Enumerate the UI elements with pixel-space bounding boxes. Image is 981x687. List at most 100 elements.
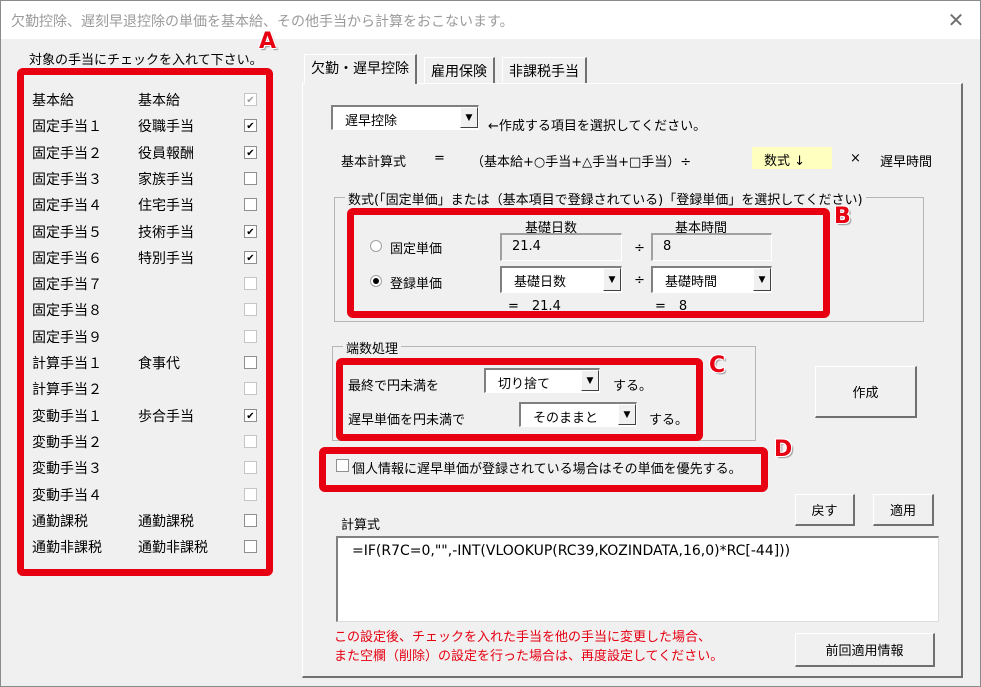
- title-bar: 欠勤控除、遅刻早退控除の単価を基本給、その他手当から計算をおこないます。 ✕: [1, 1, 980, 39]
- allowance-name: 特別手当: [138, 250, 194, 267]
- base-formula-eq: =: [434, 151, 445, 166]
- priority-checkbox[interactable]: [336, 459, 349, 472]
- revert-button[interactable]: 戻す: [795, 494, 855, 526]
- allowance-checkbox[interactable]: [244, 145, 257, 159]
- allowance-row: 固定手当８: [32, 297, 262, 323]
- registered-price-radio[interactable]: [370, 275, 382, 287]
- base-days-select[interactable]: 基礎日数 ▼: [500, 266, 622, 293]
- allowance-name: 歩合手当: [138, 408, 194, 425]
- annotation-c: C: [709, 353, 726, 378]
- instruction-label: 対象の手当にチェックを入れて下さい。: [29, 53, 263, 68]
- unit-rounding-select[interactable]: そのままと ▼: [519, 402, 637, 427]
- chevron-down-icon[interactable]: ▼: [581, 370, 599, 391]
- base-formula-expr: （基本給+○手当+△手当+□手当）÷: [471, 155, 692, 170]
- previous-apply-info-button[interactable]: 前回適用情報: [795, 633, 935, 667]
- allowance-row: 変動手当１ 歩合手当: [32, 403, 262, 429]
- allowance-category: 変動手当３: [32, 461, 102, 478]
- allowance-row: 変動手当３: [32, 455, 262, 481]
- allowance-name: 役員報酬: [138, 145, 194, 162]
- fixed-hours-field[interactable]: 8: [651, 233, 772, 261]
- allowance-row: 計算手当１ 食事代: [32, 350, 262, 376]
- allowance-name: 家族手当: [138, 171, 194, 188]
- final-rounding-select[interactable]: 切り捨て ▼: [484, 368, 600, 393]
- allowance-category: 固定手当３: [32, 171, 102, 188]
- allowance-row: 基本給 基本給: [32, 87, 262, 113]
- rounding-legend: 端数処理: [343, 338, 402, 357]
- allowance-checkbox[interactable]: [244, 171, 257, 185]
- base-hours-select-value: 基礎時間: [665, 275, 718, 290]
- allowance-row: 固定手当７: [32, 271, 262, 297]
- fixed-price-radio[interactable]: [370, 240, 382, 252]
- allowance-category: 固定手当８: [32, 303, 102, 320]
- allowance-category: 固定手当６: [32, 250, 102, 267]
- allowance-category: 固定手当１: [32, 119, 102, 136]
- annotation-box-b: [347, 208, 830, 318]
- item-select[interactable]: 遅早控除 ▼: [331, 105, 479, 130]
- allowance-checkbox: [244, 434, 257, 448]
- annotation-b: B: [834, 204, 851, 229]
- allowance-checkbox[interactable]: [244, 356, 257, 369]
- item-select-value: 遅早控除: [345, 114, 398, 129]
- allowance-category: 通勤非課税: [32, 540, 102, 557]
- allowance-row: 固定手当５ 技術手当: [32, 219, 262, 245]
- final-rounding-suffix: する。: [613, 379, 653, 394]
- allowance-row: 固定手当６ 特別手当: [32, 245, 262, 271]
- allowance-checkbox: [244, 461, 257, 475]
- chevron-down-icon[interactable]: ▼: [753, 268, 771, 291]
- allowance-category: 固定手当７: [32, 277, 102, 294]
- allowance-category: 計算手当１: [32, 356, 102, 372]
- create-button[interactable]: 作成: [815, 366, 917, 418]
- allowance-checkbox[interactable]: [244, 513, 257, 527]
- allowance-checkbox[interactable]: [244, 408, 257, 422]
- previous-apply-info-label: 前回適用情報: [825, 644, 904, 659]
- fixed-days-field[interactable]: 21.4: [500, 233, 622, 261]
- allowance-checkbox[interactable]: [244, 198, 257, 212]
- allowance-category: 固定手当４: [32, 198, 102, 215]
- allowance-category: 固定手当９: [32, 329, 102, 346]
- allowance-row: 固定手当９: [32, 324, 262, 350]
- chevron-down-icon[interactable]: ▼: [618, 404, 636, 425]
- formula-group-legend: 数式(「固定単価」または（基本項目で登録されている)「登録単価」を選択してくださ…: [345, 189, 866, 208]
- allowance-name: 通勤課税: [138, 513, 194, 530]
- fixed-price-label: 固定単価: [390, 242, 443, 257]
- item-select-hint: ←作成する項目を選択してください。: [488, 119, 707, 134]
- allowance-row: 変動手当２: [32, 429, 262, 455]
- allowance-category: 変動手当４: [32, 487, 102, 504]
- allowance-name: 基本給: [138, 93, 180, 109]
- formula-label: 計算式: [341, 518, 381, 533]
- tab-label: 欠勤・遅早控除: [311, 61, 409, 77]
- warning-text-line1: この設定後、チェックを入れた手当を他の手当に変更した場合、: [334, 630, 712, 645]
- allowance-checkbox[interactable]: [244, 119, 257, 133]
- base-hours-select[interactable]: 基礎時間 ▼: [651, 266, 772, 293]
- base-formula-times: ×: [850, 151, 861, 166]
- tab-absence-deduction[interactable]: 欠勤・遅早控除: [304, 54, 417, 84]
- tab-tax-exempt-allowance[interactable]: 非課税手当: [502, 57, 587, 83]
- create-button-label: 作成: [852, 386, 879, 401]
- allowance-row: 固定手当３ 家族手当: [32, 166, 262, 192]
- allowance-row: 固定手当１ 役職手当: [32, 113, 262, 139]
- dialog-window: 欠勤控除、遅刻早退控除の単価を基本給、その他手当から計算をおこないます。 ✕ 対…: [0, 0, 981, 687]
- tab-employment-insurance[interactable]: 雇用保険: [424, 57, 495, 83]
- allowance-checkbox[interactable]: [244, 250, 257, 264]
- fixed-hours-value: 8: [663, 239, 672, 254]
- chevron-down-icon[interactable]: ▼: [603, 268, 621, 291]
- allowance-checkbox: [244, 303, 257, 317]
- formula-textarea[interactable]: =IF(R7C=0,"",-INT(VLOOKUP(RC39,KOZINDATA…: [336, 536, 939, 622]
- allowance-checkbox[interactable]: [244, 224, 257, 238]
- allowance-checkbox[interactable]: [244, 540, 257, 554]
- window-title: 欠勤控除、遅刻早退控除の単価を基本給、その他手当から計算をおこないます。: [11, 14, 514, 30]
- allowance-category: 固定手当５: [32, 224, 102, 241]
- apply-button[interactable]: 適用: [873, 494, 934, 526]
- chevron-down-icon[interactable]: ▼: [460, 107, 478, 128]
- allowance-category: 基本給: [32, 93, 74, 109]
- allowance-checkbox: [244, 277, 257, 291]
- close-icon[interactable]: ✕: [938, 5, 974, 35]
- allowance-category: 計算手当２: [32, 382, 102, 399]
- allowance-name: 住宅手当: [138, 198, 194, 215]
- apply-button-label: 適用: [889, 504, 916, 519]
- final-rounding-label: 最終で円未満を: [348, 379, 440, 394]
- fixed-divide-sign: ÷: [634, 241, 645, 256]
- allowance-category: 変動手当１: [32, 408, 102, 425]
- formula-text: =IF(R7C=0,"",-INT(VLOOKUP(RC39,KOZINDATA…: [352, 543, 791, 559]
- allowance-row: 固定手当４ 住宅手当: [32, 192, 262, 218]
